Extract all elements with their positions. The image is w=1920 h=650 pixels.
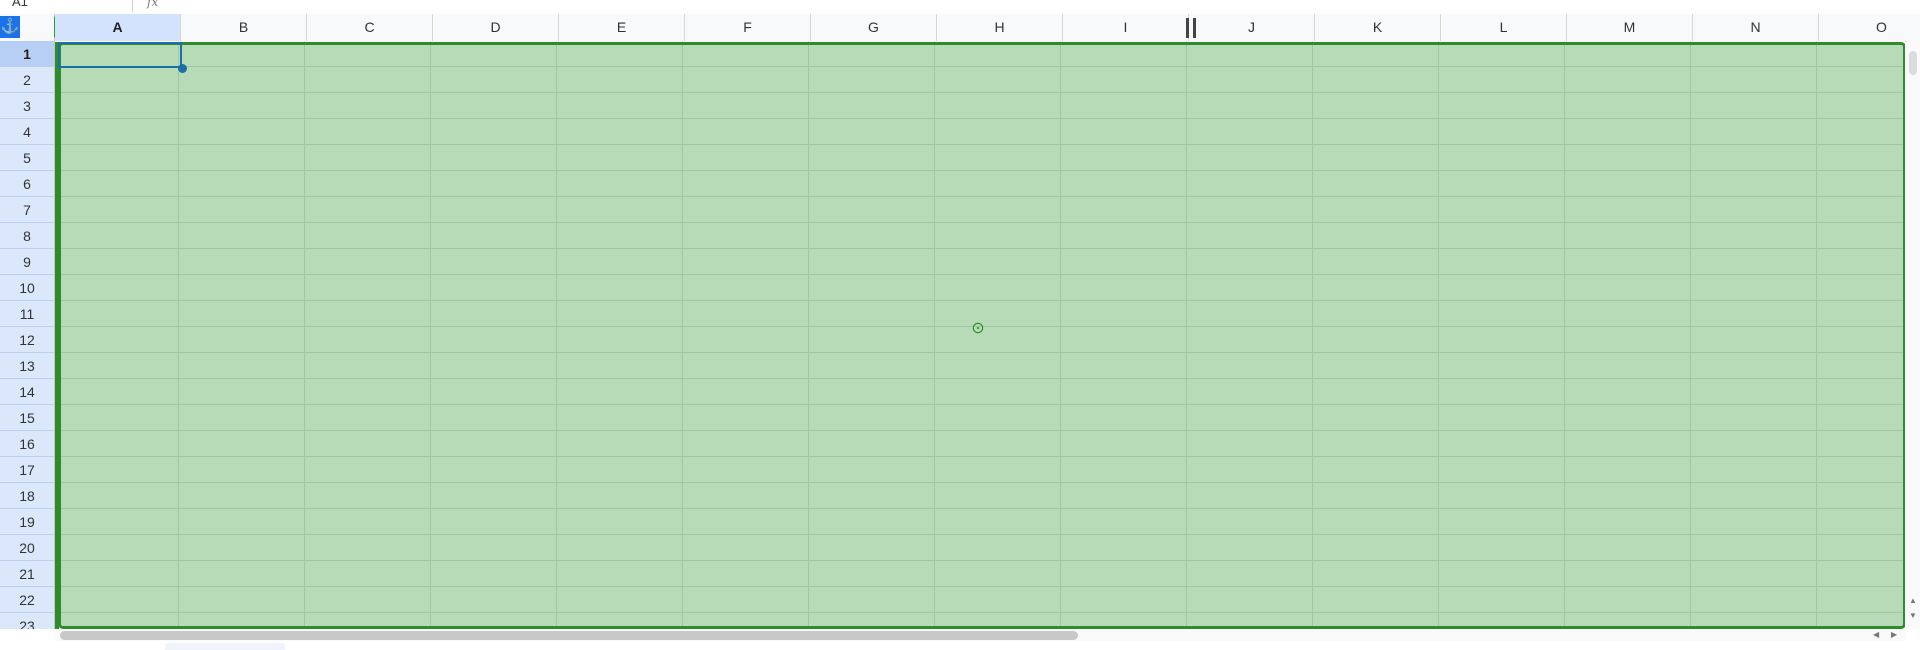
crosshair-icon: ⊙: [971, 320, 985, 337]
column-header-l[interactable]: L: [1441, 14, 1567, 41]
formula-separator: [132, 0, 133, 12]
row-header-17[interactable]: 17: [0, 457, 54, 483]
horizontal-scrollbar[interactable]: ◀ ▶: [55, 629, 1906, 641]
column-header-i[interactable]: I: [1063, 14, 1189, 41]
row-header-bar: 1 2 3 4 5 6 7 8 9 10 11 12 13 14 15 16 17 18 19 20 21 22 23: [0, 41, 55, 629]
row-header-18[interactable]: 18: [0, 483, 54, 509]
row-header-20[interactable]: 20: [0, 535, 54, 561]
row-header-22[interactable]: 22: [0, 587, 54, 613]
row-header-6[interactable]: 6: [0, 171, 54, 197]
column-header-j[interactable]: J: [1189, 14, 1315, 41]
cell-grid[interactable]: ⊙: [55, 41, 1905, 629]
row-header-12[interactable]: 12: [0, 327, 54, 353]
column-header-f[interactable]: F: [685, 14, 811, 41]
row-header-14[interactable]: 14: [0, 379, 54, 405]
scroll-down-icon[interactable]: ▼: [1909, 611, 1917, 620]
row-header-15[interactable]: 15: [0, 405, 54, 431]
selection-left-edge: [55, 42, 59, 629]
row-header-2[interactable]: 2: [0, 67, 54, 93]
row-header-10[interactable]: 10: [0, 275, 54, 301]
fill-handle[interactable]: [178, 64, 187, 73]
column-header-h[interactable]: H: [937, 14, 1063, 41]
name-box[interactable]: A1: [12, 0, 28, 9]
row-header-5[interactable]: 5: [0, 145, 54, 171]
vertical-scrollbar[interactable]: ▲ ▼: [1906, 41, 1920, 629]
anchor-icon[interactable]: ⚓: [0, 16, 20, 38]
scroll-up-icon[interactable]: ▲: [1909, 596, 1917, 605]
column-header-a[interactable]: A: [55, 14, 181, 41]
row-header-7[interactable]: 7: [0, 197, 54, 223]
row-header-8[interactable]: 8: [0, 223, 54, 249]
row-header-1[interactable]: 1: [0, 41, 54, 67]
row-header-11[interactable]: 11: [0, 301, 54, 327]
row-header-9[interactable]: 9: [0, 249, 54, 275]
row-header-3[interactable]: 3: [0, 93, 54, 119]
freeze-columns-handle[interactable]: [1186, 18, 1196, 38]
fx-icon: fx: [147, 0, 159, 9]
column-header-g[interactable]: G: [811, 14, 937, 41]
column-header-bar: ⚓ ◎ ABCDEFGHIJKLMNO: [0, 14, 1920, 42]
column-header-c[interactable]: C: [307, 14, 433, 41]
column-header-n[interactable]: N: [1693, 14, 1819, 41]
column-header-b[interactable]: B: [181, 14, 307, 41]
scroll-left-icon[interactable]: ◀: [1873, 630, 1879, 639]
row-header-23[interactable]: 23: [0, 613, 54, 629]
vertical-scroll-thumb[interactable]: [1909, 51, 1917, 75]
column-header-e[interactable]: E: [559, 14, 685, 41]
row-header-4[interactable]: 4: [0, 119, 54, 145]
active-cell-a1[interactable]: [58, 42, 182, 68]
select-all-corner[interactable]: ⚓: [0, 14, 55, 41]
scroll-right-icon[interactable]: ▶: [1891, 630, 1897, 639]
formula-bar: A1 fx: [0, 0, 1920, 15]
row-header-16[interactable]: 16: [0, 431, 54, 457]
row-header-21[interactable]: 21: [0, 561, 54, 587]
column-header-m[interactable]: M: [1567, 14, 1693, 41]
column-header-k[interactable]: K: [1315, 14, 1441, 41]
sheet-tab[interactable]: [165, 643, 285, 650]
row-header-13[interactable]: 13: [0, 353, 54, 379]
column-header-o[interactable]: O: [1819, 14, 1920, 41]
horizontal-scroll-thumb[interactable]: [60, 631, 1078, 640]
column-header-d[interactable]: D: [433, 14, 559, 41]
row-header-19[interactable]: 19: [0, 509, 54, 535]
